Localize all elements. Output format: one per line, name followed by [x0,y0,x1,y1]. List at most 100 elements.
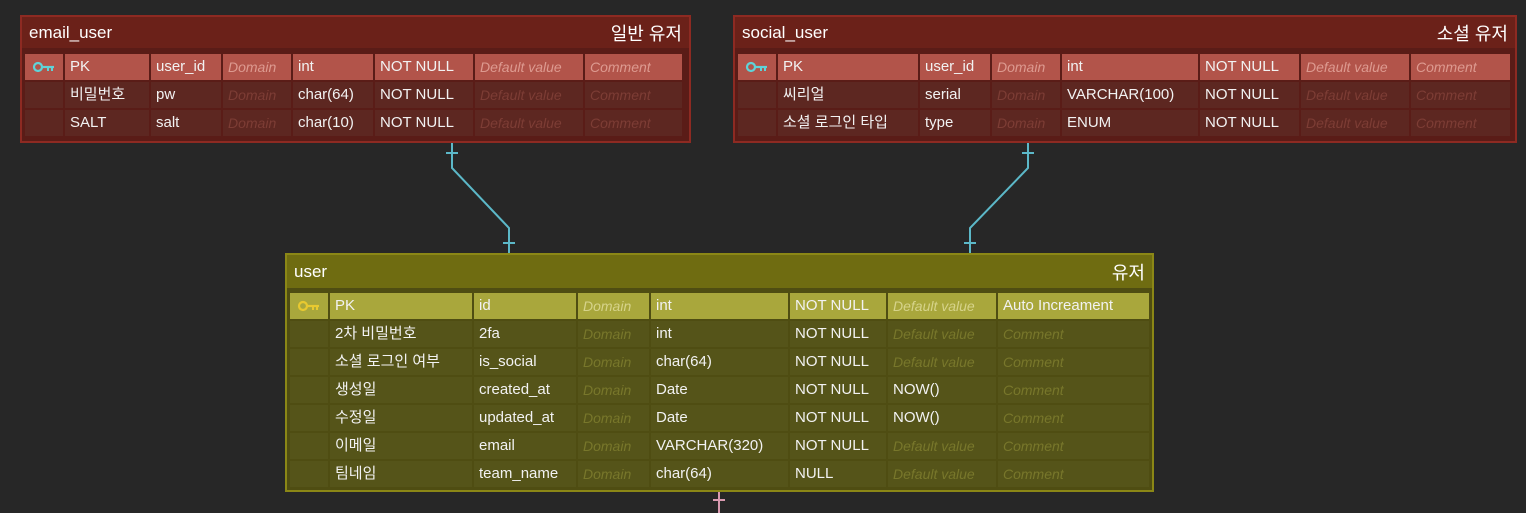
table-physical-name: social_user [742,22,828,42]
column-type: VARCHAR(320) [651,433,788,459]
column-type: int [651,293,788,319]
column-logical-name: PK [778,54,918,80]
column-default: Default value [475,54,583,80]
column-type: int [1062,54,1198,80]
column-domain: Domain [578,461,649,487]
key-icon [290,293,328,319]
column-logical-name: 씨리얼 [778,82,918,108]
column-row[interactable]: PK user_id Domain int NOT NULL Default v… [738,54,1512,80]
table-user[interactable]: user 유저 PK id Domain int NOT NULL Defaul… [285,253,1154,492]
column-comment: Comment [998,461,1149,487]
column-domain: Domain [578,349,649,375]
column-type: VARCHAR(100) [1062,82,1198,108]
key-icon [738,54,776,80]
table-logical-name: 유저 [1111,262,1145,283]
column-row[interactable]: 이메일 email Domain VARCHAR(320) NOT NULL D… [290,433,1149,459]
column-nullable: NOT NULL [375,110,473,136]
table-header[interactable]: social_user 소셜 유저 [735,17,1515,48]
column-row[interactable]: PK id Domain int NOT NULL Default value … [290,293,1149,319]
column-default: Default value [888,461,996,487]
column-domain: Domain [578,405,649,431]
column-domain: Domain [578,433,649,459]
column-type: char(10) [293,110,373,136]
column-comment: Comment [585,110,682,136]
key-slot [290,433,328,459]
key-slot [25,82,63,108]
column-row[interactable]: 생성일 created_at Domain Date NOT NULL NOW(… [290,377,1149,403]
column-comment: Comment [1411,54,1510,80]
column-comment: Comment [585,82,682,108]
column-default: NOW() [888,405,996,431]
table-email-user[interactable]: email_user 일반 유저 PK user_id Domain int N… [20,15,691,143]
column-row[interactable]: 소셜 로그인 타입 type Domain ENUM NOT NULL Defa… [738,110,1512,136]
column-nullable: NOT NULL [375,82,473,108]
column-comment: Auto Increament [998,293,1149,319]
column-type: int [293,54,373,80]
column-physical-name: email [474,433,576,459]
column-domain: Domain [223,54,291,80]
relation-user-outgoing[interactable] [713,492,725,513]
column-row[interactable]: 팀네임 team_name Domain char(64) NULL Defau… [290,461,1149,487]
relation-email-user-to-user[interactable] [446,143,515,256]
column-physical-name: 2fa [474,321,576,347]
column-default: Default value [1301,110,1409,136]
column-domain: Domain [992,82,1060,108]
column-row[interactable]: 씨리얼 serial Domain VARCHAR(100) NOT NULL … [738,82,1512,108]
column-domain: Domain [992,54,1060,80]
column-type: Date [651,377,788,403]
column-type: int [651,321,788,347]
column-domain: Domain [578,321,649,347]
column-row[interactable]: PK user_id Domain int NOT NULL Default v… [25,54,686,80]
column-domain: Domain [223,82,291,108]
column-logical-name: 소셜 로그인 여부 [330,349,472,375]
table-social-user[interactable]: social_user 소셜 유저 PK user_id Domain int … [733,15,1517,143]
column-logical-name: 비밀번호 [65,82,149,108]
column-type: Date [651,405,788,431]
column-physical-name: updated_at [474,405,576,431]
column-logical-name: PK [65,54,149,80]
column-row[interactable]: 수정일 updated_at Domain Date NOT NULL NOW(… [290,405,1149,431]
key-slot [290,377,328,403]
column-logical-name: 2차 비밀번호 [330,321,472,347]
column-physical-name: user_id [151,54,221,80]
column-default: Default value [475,110,583,136]
table-header[interactable]: email_user 일반 유저 [22,17,689,48]
column-nullable: NOT NULL [1200,110,1299,136]
column-default: Default value [1301,54,1409,80]
table-logical-name: 소셜 유저 [1436,23,1508,44]
column-nullable: NOT NULL [1200,54,1299,80]
column-row[interactable]: 2차 비밀번호 2fa Domain int NOT NULL Default … [290,321,1149,347]
column-physical-name: id [474,293,576,319]
column-type: char(64) [651,349,788,375]
column-nullable: NOT NULL [790,349,886,375]
column-row[interactable]: 소셜 로그인 여부 is_social Domain char(64) NOT … [290,349,1149,375]
column-nullable: NOT NULL [790,433,886,459]
column-logical-name: SALT [65,110,149,136]
column-physical-name: created_at [474,377,576,403]
column-nullable: NOT NULL [790,293,886,319]
table-header[interactable]: user 유저 [287,255,1152,288]
column-row[interactable]: SALT salt Domain char(10) NOT NULL Defau… [25,110,686,136]
key-icon [25,54,63,80]
column-comment: Comment [585,54,682,80]
column-comment: Comment [998,377,1149,403]
column-row[interactable]: 비밀번호 pw Domain char(64) NOT NULL Default… [25,82,686,108]
column-physical-name: serial [920,82,990,108]
column-default: Default value [888,293,996,319]
column-comment: Comment [1411,82,1510,108]
column-domain: Domain [578,377,649,403]
column-logical-name: 생성일 [330,377,472,403]
column-nullable: NOT NULL [790,321,886,347]
key-slot [290,405,328,431]
column-comment: Comment [1411,110,1510,136]
column-default: NOW() [888,377,996,403]
column-logical-name: 수정일 [330,405,472,431]
column-nullable: NULL [790,461,886,487]
column-domain: Domain [992,110,1060,136]
column-type: char(64) [651,461,788,487]
column-physical-name: salt [151,110,221,136]
relation-social-user-to-user[interactable] [964,143,1034,256]
table-physical-name: email_user [29,22,113,42]
column-nullable: NOT NULL [790,377,886,403]
key-slot [290,461,328,487]
